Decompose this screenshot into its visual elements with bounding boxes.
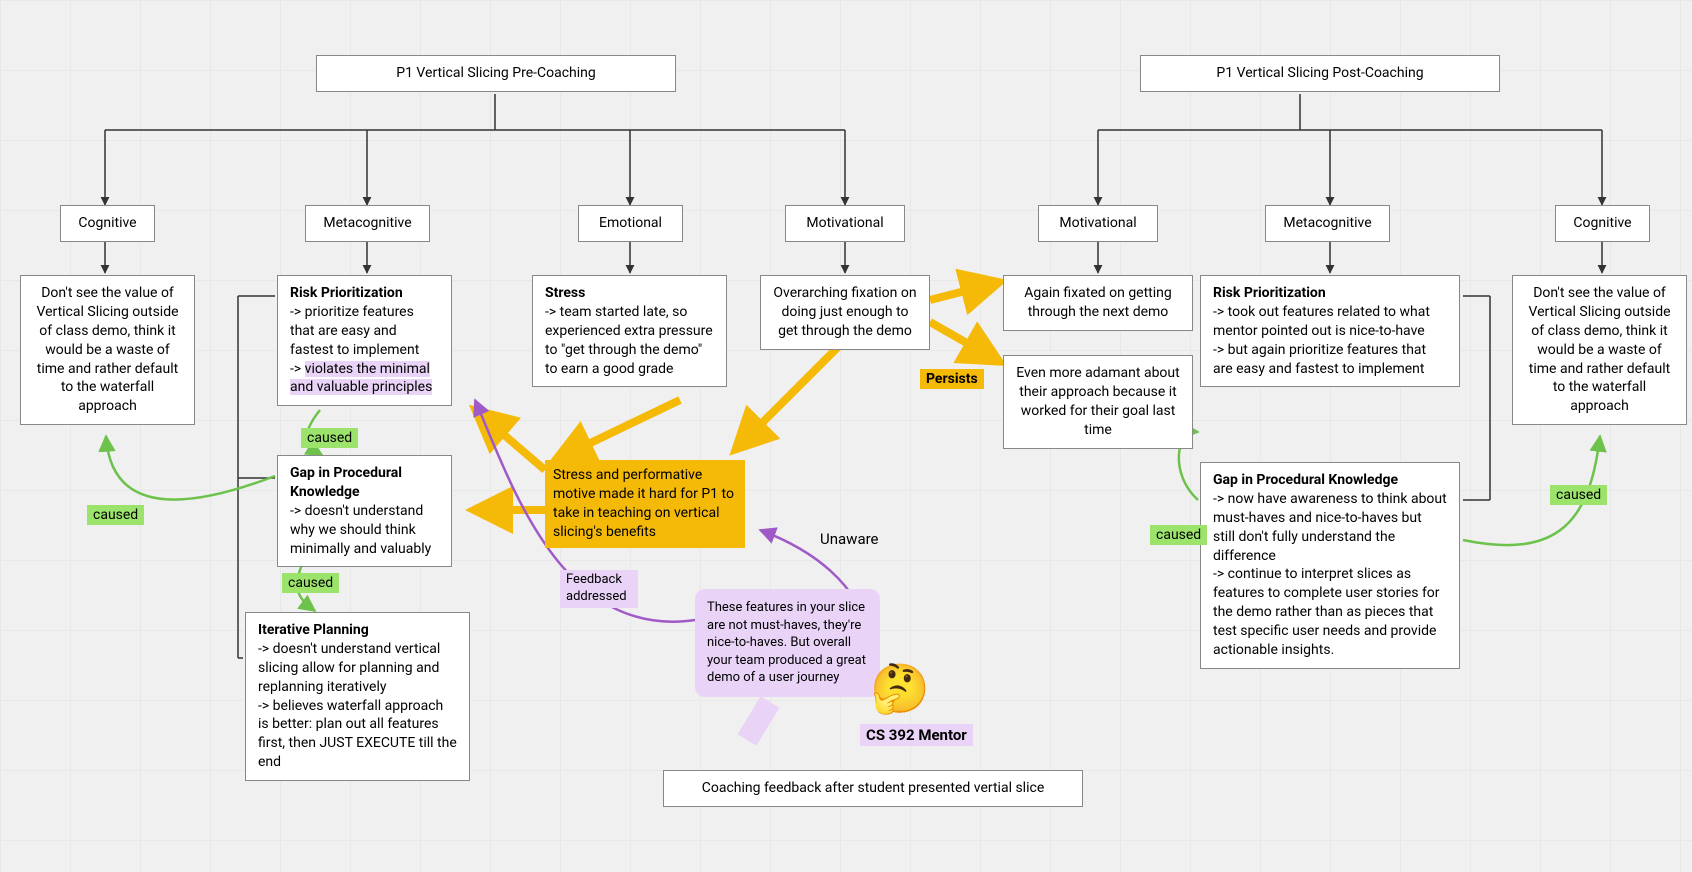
post-metacognitive-cat: Metacognitive — [1265, 205, 1390, 242]
post-cognitive-box: Don't see the value of Vertical Slicing … — [1512, 275, 1687, 425]
post-title: P1 Vertical Slicing Post-Coaching — [1140, 55, 1500, 92]
violates-highlight: violates the minimal and valuable princi… — [290, 361, 432, 396]
pre-cognitive-cat: Cognitive — [60, 205, 155, 242]
mentor-speech-bubble: These features in your slice are not mus… — [695, 589, 880, 697]
pre-cognitive-box: Don't see the value of Vertical Slicing … — [20, 275, 195, 425]
persists-tag: Persists — [920, 369, 984, 389]
caused-tag-2: caused — [301, 428, 358, 448]
mentor-name: CS 392 Mentor — [860, 724, 973, 746]
caused-tag-4: caused — [1150, 525, 1207, 545]
unaware-label: Unaware — [820, 530, 879, 548]
feedback-addressed-label: Feedback addressed — [560, 570, 638, 608]
thinking-emoji: 🤔 — [870, 660, 930, 717]
caused-tag-1: caused — [87, 505, 144, 525]
text: P1 Vertical Slicing Pre-Coaching — [396, 65, 596, 81]
post-gap-box: Gap in Procedural Knowledge -> now have … — [1200, 462, 1460, 669]
pre-gap-box: Gap in Procedural Knowledge -> doesn't u… — [277, 455, 452, 567]
post-motivational-cat: Motivational — [1038, 205, 1158, 242]
pre-motivational-cat: Motivational — [785, 205, 905, 242]
pre-iter-box: Iterative Planning -> doesn't understand… — [245, 612, 470, 781]
caused-tag-3: caused — [282, 573, 339, 593]
pre-metacognitive-cat: Metacognitive — [305, 205, 430, 242]
stress-callout: Stress and performative motive made it h… — [545, 460, 745, 548]
pre-emotional-cat: Emotional — [578, 205, 683, 242]
feedback-box: Coaching feedback after student presente… — [663, 770, 1083, 807]
caused-tag-5: caused — [1550, 485, 1607, 505]
pre-motivational-box: Overarching fixation on doing just enoug… — [760, 275, 930, 350]
post-motivational-box2: Even more adamant about their approach b… — [1003, 355, 1193, 449]
pre-risk-box: Risk Prioritization -> prioritize featur… — [277, 275, 452, 406]
post-motivational-box1: Again fixated on getting through the nex… — [1003, 275, 1193, 331]
pre-stress-box: Stress -> team started late, so experien… — [532, 275, 727, 387]
pre-title: P1 Vertical Slicing Pre-Coaching — [316, 55, 676, 92]
post-risk-box: Risk Prioritization -> took out features… — [1200, 275, 1460, 387]
post-cognitive-cat: Cognitive — [1555, 205, 1650, 242]
